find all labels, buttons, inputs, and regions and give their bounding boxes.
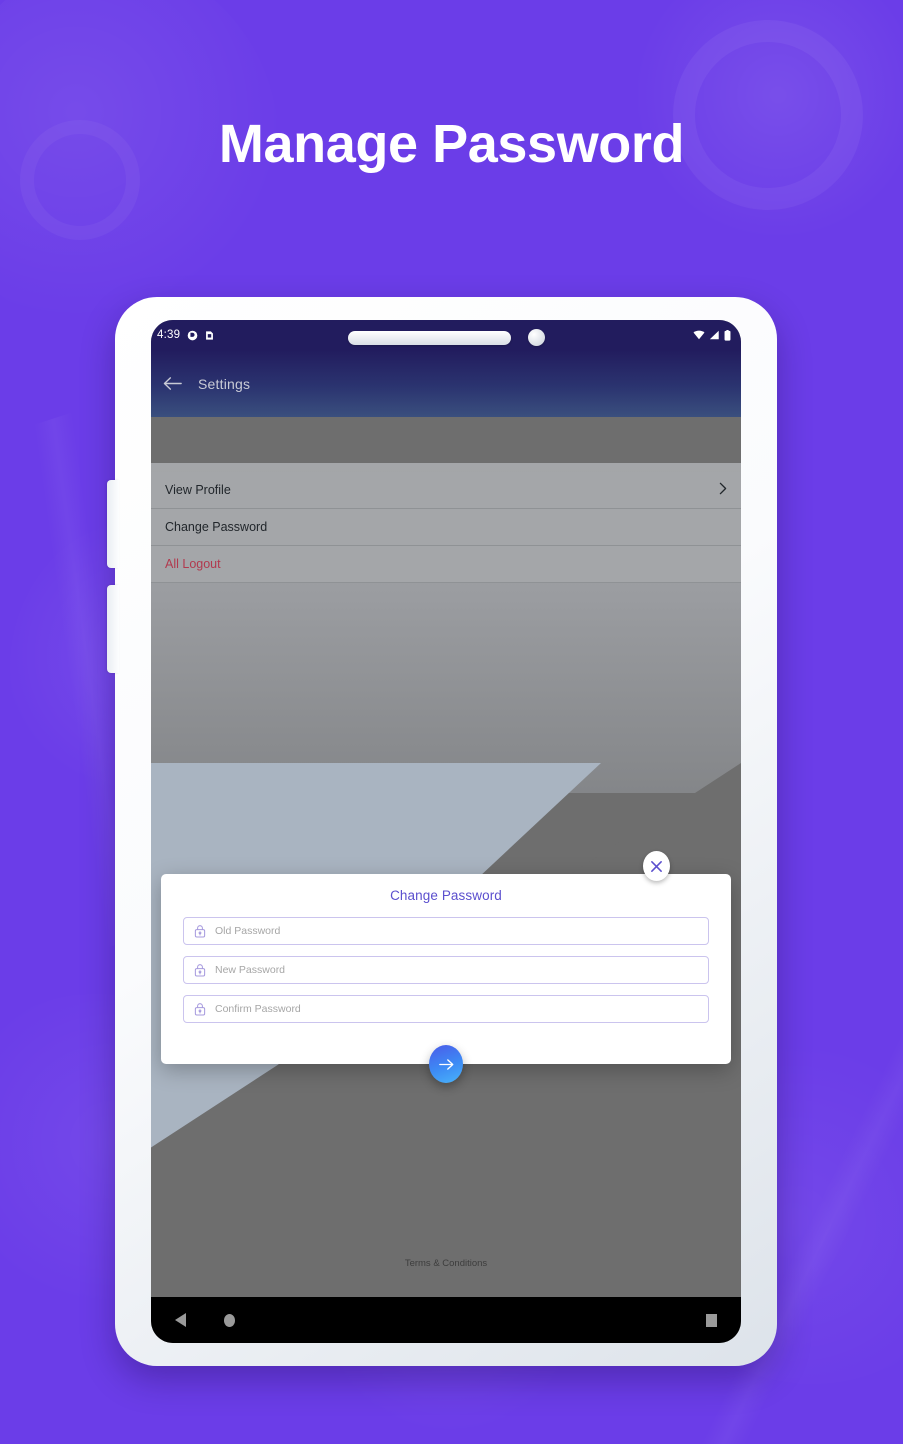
settings-row-view-profile[interactable]: View Profile [151, 472, 741, 509]
nav-recents-icon[interactable] [706, 1313, 717, 1327]
settings-list: View Profile Change Password All Logout [151, 472, 741, 583]
phone-mockup-frame: 4:39 Settings View Profile Change Passwo… [107, 297, 777, 1366]
terms-and-conditions-link[interactable]: Terms & Conditions [151, 1258, 741, 1269]
back-arrow-icon[interactable] [163, 376, 182, 391]
battery-icon [724, 329, 731, 341]
app-bar-title: Settings [198, 375, 251, 392]
status-bar-time: 4:39 [157, 329, 181, 341]
old-password-field[interactable]: Old Password [183, 917, 709, 945]
lock-icon [194, 963, 206, 977]
screenshot-icon [187, 330, 198, 341]
settings-row-change-password[interactable]: Change Password [151, 509, 741, 546]
confirm-password-field[interactable]: Confirm Password [183, 995, 709, 1023]
chevron-right-icon [719, 482, 727, 498]
lock-icon [194, 1002, 206, 1016]
lock-icon [194, 924, 206, 938]
phone-screen: 4:39 Settings View Profile Change Passwo… [151, 320, 741, 1343]
settings-row-all-logout[interactable]: All Logout [151, 546, 741, 583]
list-item-label: All Logout [165, 557, 221, 571]
submit-password-button[interactable] [429, 1045, 463, 1083]
promo-headline: Manage Password [218, 114, 685, 174]
promo-background: Manage Password 4:39 Settings View Profi… [0, 0, 903, 1444]
volume-button[interactable] [107, 480, 119, 568]
change-password-dialog: Change Password Old Password New Passwor… [161, 874, 731, 1064]
app-bar: Settings [151, 350, 741, 417]
sim-icon [205, 330, 214, 341]
new-password-field[interactable]: New Password [183, 956, 709, 984]
screen-body: View Profile Change Password All Logout … [151, 463, 741, 1297]
android-nav-bar [151, 1297, 741, 1343]
nav-back-icon[interactable] [175, 1313, 186, 1327]
signal-icon [709, 330, 720, 340]
dialog-title: Change Password [390, 888, 502, 903]
list-item-label: Change Password [165, 520, 268, 534]
list-item-label: View Profile [165, 483, 231, 497]
old-password-placeholder: Old Password [215, 925, 281, 937]
power-button[interactable] [107, 585, 119, 673]
status-bar: 4:39 [151, 320, 741, 350]
new-password-placeholder: New Password [215, 964, 286, 976]
wifi-icon [693, 330, 705, 340]
close-dialog-button[interactable] [643, 851, 670, 881]
confirm-password-placeholder: Confirm Password [215, 1003, 301, 1015]
nav-home-icon[interactable] [224, 1313, 235, 1327]
